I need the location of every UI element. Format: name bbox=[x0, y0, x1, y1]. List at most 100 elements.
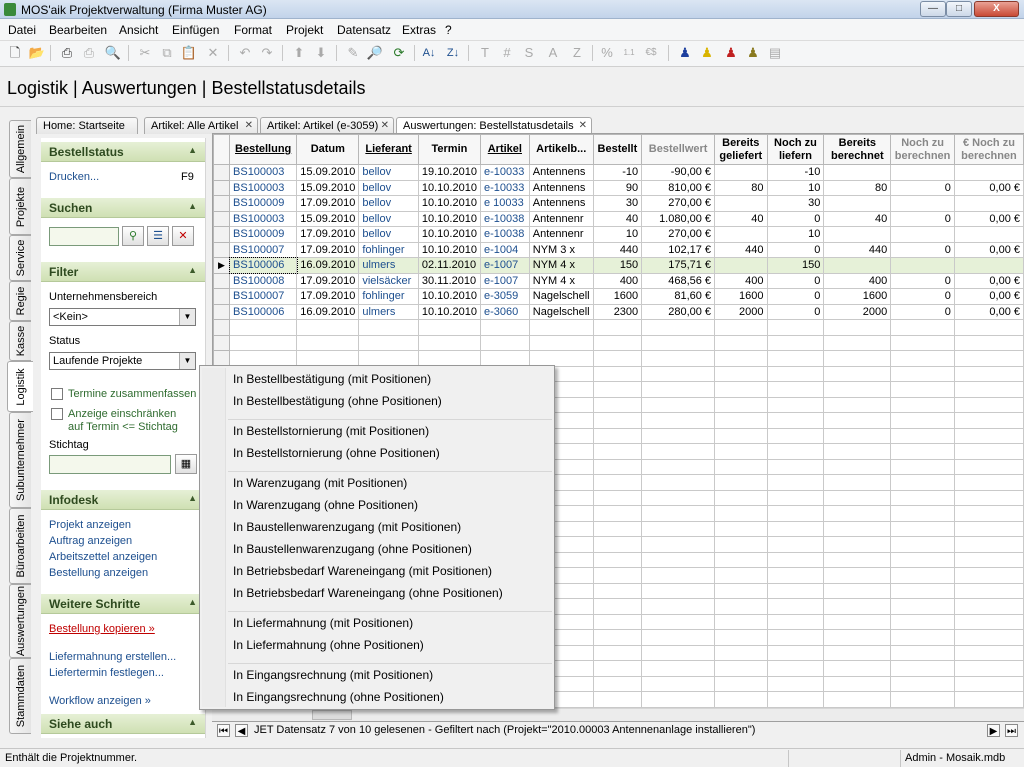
table-cell[interactable] bbox=[714, 613, 768, 630]
user-yellow-icon[interactable]: ♟ bbox=[698, 44, 716, 62]
table-cell[interactable] bbox=[714, 334, 768, 351]
table-cell[interactable] bbox=[641, 412, 716, 429]
table-cell[interactable]: 0,00 € bbox=[953, 210, 1024, 227]
table-cell[interactable]: bellov bbox=[358, 210, 419, 227]
table-cell[interactable] bbox=[890, 365, 955, 382]
filter-list-icon[interactable]: ☰ bbox=[147, 226, 169, 246]
table-cell[interactable]: NYM 4 x bbox=[528, 257, 594, 274]
table-cell[interactable] bbox=[592, 412, 643, 429]
context-menu-item[interactable]: In Eingangsrechnung (mit Positionen) bbox=[233, 668, 433, 682]
table-cell[interactable]: 468,56 € bbox=[641, 272, 716, 289]
print-setup-icon[interactable]: ⎙ bbox=[80, 44, 98, 62]
table-cell[interactable] bbox=[890, 458, 955, 475]
sort-descending-icon[interactable]: Z↓ bbox=[444, 44, 462, 62]
table-cell[interactable] bbox=[641, 334, 716, 351]
table-cell[interactable] bbox=[953, 613, 1024, 630]
table-cell[interactable] bbox=[641, 458, 716, 475]
table-cell[interactable] bbox=[417, 334, 481, 351]
table-cell[interactable] bbox=[890, 489, 955, 506]
stichtag-input[interactable] bbox=[49, 455, 171, 474]
table-cell[interactable] bbox=[714, 567, 768, 584]
context-menu-item[interactable]: In Liefermahnung (mit Positionen) bbox=[233, 616, 413, 630]
table-cell[interactable] bbox=[592, 443, 643, 460]
table-cell[interactable]: 400 bbox=[592, 272, 643, 289]
table-cell[interactable] bbox=[766, 629, 825, 646]
first-record-icon[interactable]: ⏮ bbox=[217, 724, 230, 737]
vtab-regie[interactable]: Regie bbox=[9, 281, 31, 321]
empty-row[interactable] bbox=[213, 319, 1024, 336]
table-cell[interactable] bbox=[766, 365, 825, 382]
context-menu-item[interactable]: In Bestellbestätigung (ohne Positionen) bbox=[233, 394, 442, 408]
table-cell[interactable]: -10 bbox=[766, 164, 825, 181]
table-cell[interactable]: Nagelschell bbox=[528, 288, 594, 305]
table-cell[interactable] bbox=[890, 164, 955, 181]
table-cell[interactable]: 17.09.2010 bbox=[296, 195, 360, 212]
table-cell[interactable] bbox=[823, 598, 892, 615]
table-cell[interactable] bbox=[479, 334, 530, 351]
redo-icon[interactable]: ↷ bbox=[258, 44, 276, 62]
row-selector[interactable] bbox=[213, 226, 231, 243]
table-cell[interactable] bbox=[592, 458, 643, 475]
column-header[interactable]: Noch zu berechnen bbox=[890, 134, 955, 165]
table-cell[interactable] bbox=[766, 613, 825, 630]
menu-projekt[interactable]: Projekt bbox=[286, 23, 323, 37]
row-selector[interactable] bbox=[213, 164, 231, 181]
table-cell[interactable] bbox=[714, 660, 768, 677]
table-cell[interactable] bbox=[592, 396, 643, 413]
user-red-icon[interactable]: ♟ bbox=[722, 44, 740, 62]
tab-artikel-e3059[interactable]: Artikel: Artikel (e-3059) ✕ bbox=[260, 117, 394, 134]
table-cell[interactable]: 810,00 € bbox=[641, 179, 716, 196]
table-cell[interactable] bbox=[823, 582, 892, 599]
table-cell[interactable]: 0,00 € bbox=[953, 272, 1024, 289]
table-cell[interactable]: 0 bbox=[890, 288, 955, 305]
table-cell[interactable] bbox=[890, 334, 955, 351]
table-cell[interactable]: 150 bbox=[592, 257, 643, 274]
table-cell[interactable] bbox=[823, 551, 892, 568]
table-cell[interactable] bbox=[953, 226, 1024, 243]
menu-bearbeiten[interactable]: Bearbeiten bbox=[49, 23, 107, 37]
table-cell[interactable] bbox=[953, 365, 1024, 382]
table-cell[interactable] bbox=[592, 629, 643, 646]
table-cell[interactable] bbox=[953, 629, 1024, 646]
table-cell[interactable] bbox=[890, 691, 955, 708]
table-cell[interactable] bbox=[641, 427, 716, 444]
table-cell[interactable]: Antennens bbox=[528, 164, 594, 181]
table-cell[interactable]: 10 bbox=[592, 226, 643, 243]
table-cell[interactable] bbox=[823, 319, 892, 336]
table-cell[interactable] bbox=[641, 582, 716, 599]
table-cell[interactable] bbox=[592, 598, 643, 615]
table-cell[interactable]: 0,00 € bbox=[953, 303, 1024, 320]
table-cell[interactable] bbox=[766, 660, 825, 677]
table-cell[interactable]: e-1007 bbox=[479, 257, 530, 274]
table-cell[interactable] bbox=[766, 427, 825, 444]
vtab-service[interactable]: Service bbox=[9, 235, 31, 281]
table-cell[interactable] bbox=[592, 551, 643, 568]
table-cell[interactable] bbox=[953, 164, 1024, 181]
table-cell[interactable]: e-10038 bbox=[479, 210, 530, 227]
table-cell[interactable]: 1.080,00 € bbox=[641, 210, 716, 227]
table-cell[interactable] bbox=[714, 164, 768, 181]
table-cell[interactable]: 40 bbox=[823, 210, 892, 227]
table-cell[interactable]: ulmers bbox=[358, 303, 419, 320]
table-cell[interactable]: 0 bbox=[890, 179, 955, 196]
table-cell[interactable]: 10 bbox=[766, 226, 825, 243]
table-cell[interactable]: BS100006 bbox=[228, 256, 298, 274]
table-cell[interactable] bbox=[229, 334, 298, 351]
table-cell[interactable]: 16.09.2010 bbox=[296, 257, 360, 274]
table-cell[interactable]: e-3059 bbox=[479, 288, 530, 305]
table-cell[interactable]: 17.09.2010 bbox=[296, 226, 360, 243]
table-cell[interactable] bbox=[953, 350, 1024, 367]
table-cell[interactable] bbox=[714, 582, 768, 599]
table-cell[interactable] bbox=[714, 536, 768, 553]
row-selector[interactable] bbox=[213, 179, 231, 196]
table-cell[interactable] bbox=[953, 319, 1024, 336]
table-cell[interactable]: bellov bbox=[358, 195, 419, 212]
table-cell[interactable] bbox=[766, 350, 825, 367]
table-cell[interactable] bbox=[714, 520, 768, 537]
table-cell[interactable]: fohlinger bbox=[358, 288, 419, 305]
section-filter[interactable]: Filter ▲ bbox=[41, 262, 205, 282]
menu-help[interactable]: ? bbox=[445, 23, 452, 37]
table-cell[interactable] bbox=[953, 396, 1024, 413]
vtab-auswertungen[interactable]: Auswertungen bbox=[9, 584, 31, 658]
table-cell[interactable] bbox=[592, 427, 643, 444]
